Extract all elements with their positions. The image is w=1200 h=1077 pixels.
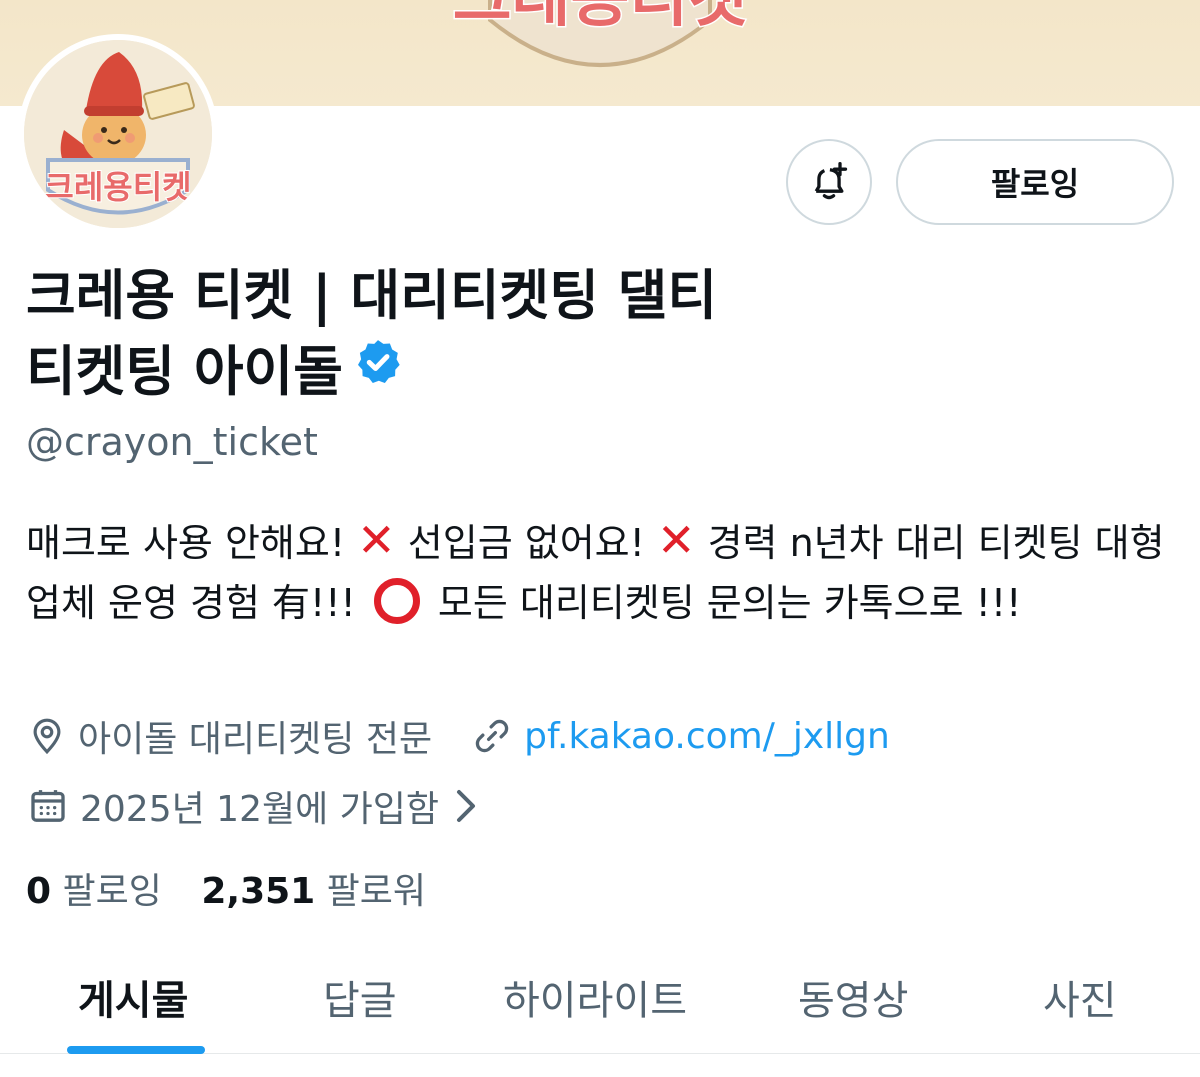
joined-row[interactable]: 2025년 12월에 가입함 [28,780,489,832]
cross-mark-icon: ✕ [357,513,396,567]
cross-mark-icon: ✕ [656,513,696,567]
display-name: 크레용 티켓 | 대리티켓팅 댈티 티켓팅 아이돌 [26,258,806,413]
red-circle-icon [373,578,420,624]
bell-plus-icon [814,162,848,200]
user-handle: @crayon_ticket [26,420,318,464]
chevron-right-icon [453,788,477,824]
calendar-icon [28,786,68,826]
profile-meta-row: 아이돌 대리티켓팅 전문 pf.kakao.com/_jxllgn [28,710,890,762]
followers-label: 팔로워 [326,871,427,912]
following-label: 팔로잉 [62,871,162,912]
profile-tabs: 게시물 답글 하이라이트 동영상 사진 [0,950,1200,1054]
notifications-button[interactable] [786,139,872,225]
link-icon [472,716,512,756]
following-stat[interactable]: 0 팔로잉 [26,871,162,912]
tab-posts[interactable]: 게시물 [78,968,188,1026]
display-name-line1: 크레용 티켓 | 대리티켓팅 댈티 [26,264,718,327]
followers-count: 2,351 [201,871,316,912]
banner-logo: 크레용티켓 [451,0,749,67]
profile-link[interactable]: pf.kakao.com/_jxllgn [524,716,890,757]
tab-photos[interactable]: 사진 [1043,968,1117,1026]
following-button-label: 팔로잉 [990,165,1080,203]
verified-badge-icon[interactable] [353,331,403,407]
joined-date: 2025년 12월에 가입함 [80,789,440,830]
bio-text-2: 선입금 없어요! [395,521,657,565]
profile-bio: 매크로 사용 안해요! ✕ 선입금 없어요! ✕ 경력 n년차 대리 티켓팅 대… [26,510,1186,633]
active-tab-indicator [67,1046,205,1054]
following-count: 0 [26,871,52,912]
followers-stat[interactable]: 2,351 팔로워 [201,871,426,912]
bio-text-1: 매크로 사용 안해요! [26,521,358,565]
location-pin-icon [28,715,66,757]
avatar[interactable]: 크레용티켓 [18,34,218,234]
location-text: 아이돌 대리티켓팅 전문 [78,719,433,760]
tab-videos[interactable]: 동영상 [798,968,908,1026]
mascot-illustration: 크레용티켓 [24,40,212,228]
display-name-line2: 티켓팅 아이돌 [26,340,343,403]
bio-text-4: 모든 대리티켓팅 문의는 카톡으로 !!! [425,581,1022,625]
banner-logo-text: 크레용티켓 [453,0,747,36]
avatar-logo-text: 크레용티켓 [44,168,191,206]
tab-replies[interactable]: 답글 [323,968,397,1026]
follow-stats: 0 팔로잉 2,351 팔로워 [26,862,426,914]
tab-highlights[interactable]: 하이라이트 [503,968,687,1026]
following-button[interactable]: 팔로잉 [896,139,1174,225]
